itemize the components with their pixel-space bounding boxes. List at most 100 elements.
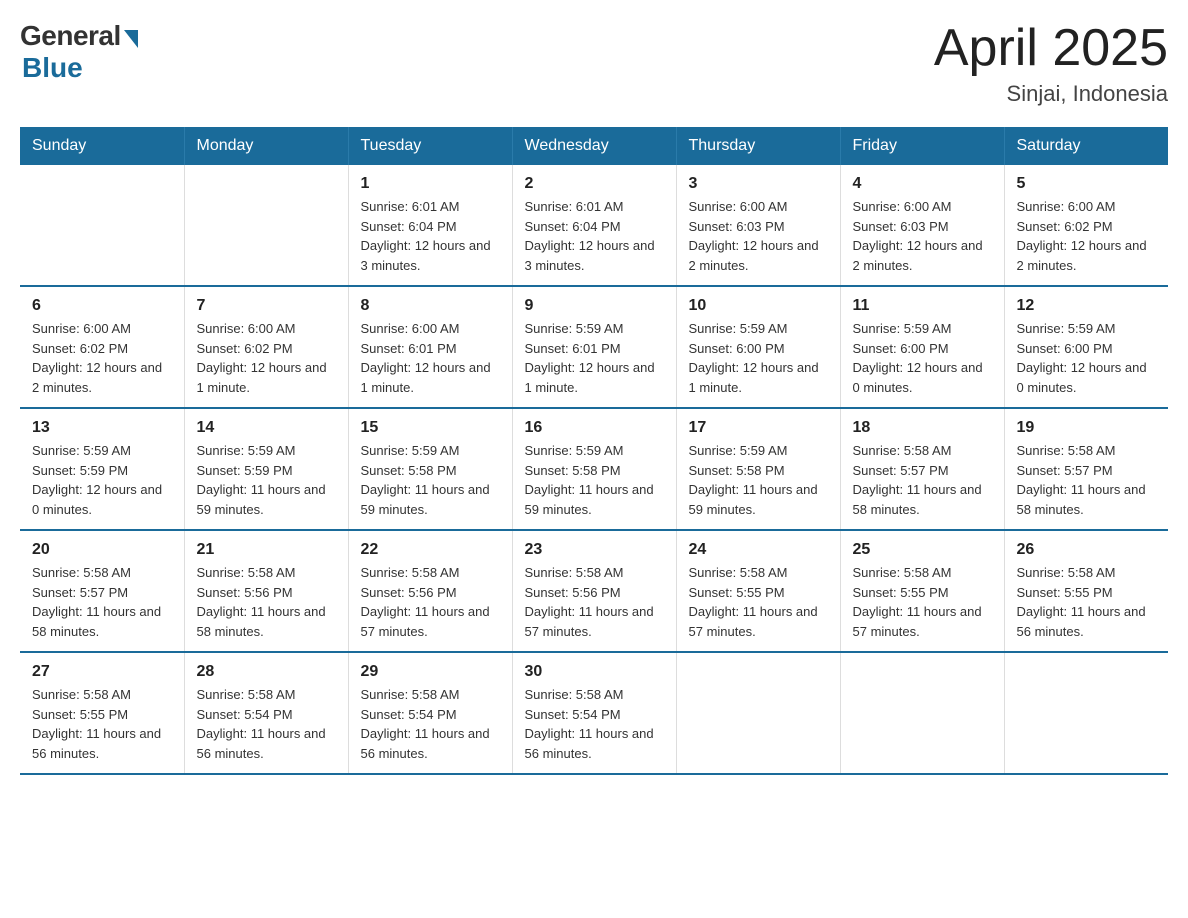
calendar-week-row: 20 Sunrise: 5:58 AM Sunset: 5:57 PM Dayli…	[20, 530, 1168, 652]
day-info: Sunrise: 5:58 AM Sunset: 5:55 PM Dayligh…	[853, 563, 992, 641]
day-number: 22	[361, 541, 500, 559]
calendar-day-cell: 3 Sunrise: 6:00 AM Sunset: 6:03 PM Daylig…	[676, 165, 840, 286]
calendar-day-cell: 1Sunrise: 6:01 AM Sunset: 6:04 PM Daylig…	[348, 165, 512, 286]
calendar-day-cell: 24 Sunrise: 5:58 AM Sunset: 5:55 PM Dayli…	[676, 530, 840, 652]
calendar-day-cell: 26 Sunrise: 5:58 AM Sunset: 5:55 PM Dayli…	[1004, 530, 1168, 652]
calendar-title: April 2025	[934, 20, 1168, 77]
calendar-day-cell: 6 Sunrise: 6:00 AM Sunset: 6:02 PM Daylig…	[20, 286, 184, 408]
day-info: Sunrise: 5:59 AM Sunset: 6:01 PM Dayligh…	[525, 319, 664, 397]
day-number: 17	[689, 419, 828, 437]
day-info: Sunrise: 5:58 AM Sunset: 5:56 PM Dayligh…	[525, 563, 664, 641]
day-info: Sunrise: 5:58 AM Sunset: 5:54 PM Dayligh…	[197, 685, 336, 763]
day-number: 5	[1017, 175, 1157, 193]
day-info: Sunrise: 5:59 AM Sunset: 6:00 PM Dayligh…	[689, 319, 828, 397]
day-info: Sunrise: 5:58 AM Sunset: 5:55 PM Dayligh…	[32, 685, 172, 763]
calendar-day-cell: 30 Sunrise: 5:58 AM Sunset: 5:54 PM Dayli…	[512, 652, 676, 774]
calendar-day-cell: 28 Sunrise: 5:58 AM Sunset: 5:54 PM Dayli…	[184, 652, 348, 774]
calendar-day-cell: 10 Sunrise: 5:59 AM Sunset: 6:00 PM Dayli…	[676, 286, 840, 408]
day-number: 28	[197, 663, 336, 681]
day-info: Sunrise: 5:59 AM Sunset: 6:00 PM Dayligh…	[853, 319, 992, 397]
day-number: 4	[853, 175, 992, 193]
calendar-week-row: 6 Sunrise: 6:00 AM Sunset: 6:02 PM Daylig…	[20, 286, 1168, 408]
day-info: Sunrise: 6:00 AM Sunset: 6:02 PM Dayligh…	[1017, 197, 1157, 275]
day-number: 27	[32, 663, 172, 681]
day-info: Sunrise: 6:01 AM Sunset: 6:04 PM Dayligh…	[361, 197, 500, 275]
day-info: Sunrise: 5:58 AM Sunset: 5:57 PM Dayligh…	[1017, 441, 1157, 519]
calendar-day-cell: 21 Sunrise: 5:58 AM Sunset: 5:56 PM Dayli…	[184, 530, 348, 652]
calendar-day-cell: 13Sunrise: 5:59 AM Sunset: 5:59 PM Dayli…	[20, 408, 184, 530]
calendar-day-cell: 25 Sunrise: 5:58 AM Sunset: 5:55 PM Dayli…	[840, 530, 1004, 652]
day-number: 7	[197, 297, 336, 315]
day-info: Sunrise: 6:00 AM Sunset: 6:01 PM Dayligh…	[361, 319, 500, 397]
calendar-header-row: SundayMondayTuesdayWednesdayThursdayFrid…	[20, 127, 1168, 165]
day-info: Sunrise: 5:58 AM Sunset: 5:56 PM Dayligh…	[197, 563, 336, 641]
calendar-week-row: 1Sunrise: 6:01 AM Sunset: 6:04 PM Daylig…	[20, 165, 1168, 286]
day-number: 24	[689, 541, 828, 559]
calendar-day-cell: 17 Sunrise: 5:59 AM Sunset: 5:58 PM Dayli…	[676, 408, 840, 530]
title-section: April 2025 Sinjai, Indonesia	[934, 20, 1168, 107]
day-info: Sunrise: 5:59 AM Sunset: 5:59 PM Dayligh…	[32, 441, 172, 519]
calendar-day-cell: 22 Sunrise: 5:58 AM Sunset: 5:56 PM Dayli…	[348, 530, 512, 652]
calendar-day-cell: 9 Sunrise: 5:59 AM Sunset: 6:01 PM Daylig…	[512, 286, 676, 408]
calendar-day-cell: 29 Sunrise: 5:58 AM Sunset: 5:54 PM Dayli…	[348, 652, 512, 774]
calendar-day-cell: 7Sunrise: 6:00 AM Sunset: 6:02 PM Daylig…	[184, 286, 348, 408]
calendar-day-cell: 15 Sunrise: 5:59 AM Sunset: 5:58 PM Dayli…	[348, 408, 512, 530]
calendar-day-cell: 4 Sunrise: 6:00 AM Sunset: 6:03 PM Daylig…	[840, 165, 1004, 286]
day-info: Sunrise: 5:59 AM Sunset: 5:59 PM Dayligh…	[197, 441, 336, 519]
day-number: 20	[32, 541, 172, 559]
day-info: Sunrise: 6:00 AM Sunset: 6:03 PM Dayligh…	[689, 197, 828, 275]
day-info: Sunrise: 5:58 AM Sunset: 5:55 PM Dayligh…	[689, 563, 828, 641]
day-of-week-header: Thursday	[676, 127, 840, 165]
calendar-subtitle: Sinjai, Indonesia	[934, 81, 1168, 107]
day-number: 16	[525, 419, 664, 437]
calendar-table: SundayMondayTuesdayWednesdayThursdayFrid…	[20, 127, 1168, 775]
calendar-day-cell: 14Sunrise: 5:59 AM Sunset: 5:59 PM Dayli…	[184, 408, 348, 530]
day-info: Sunrise: 6:00 AM Sunset: 6:02 PM Dayligh…	[32, 319, 172, 397]
day-info: Sunrise: 6:00 AM Sunset: 6:03 PM Dayligh…	[853, 197, 992, 275]
day-info: Sunrise: 5:59 AM Sunset: 5:58 PM Dayligh…	[689, 441, 828, 519]
day-number: 11	[853, 297, 992, 315]
calendar-day-cell: 8 Sunrise: 6:00 AM Sunset: 6:01 PM Daylig…	[348, 286, 512, 408]
calendar-day-cell	[184, 165, 348, 286]
day-number: 25	[853, 541, 992, 559]
day-number: 30	[525, 663, 664, 681]
calendar-day-cell: 27 Sunrise: 5:58 AM Sunset: 5:55 PM Dayli…	[20, 652, 184, 774]
day-number: 8	[361, 297, 500, 315]
day-number: 18	[853, 419, 992, 437]
day-info: Sunrise: 5:58 AM Sunset: 5:54 PM Dayligh…	[361, 685, 500, 763]
calendar-day-cell: 19Sunrise: 5:58 AM Sunset: 5:57 PM Dayli…	[1004, 408, 1168, 530]
day-number: 9	[525, 297, 664, 315]
calendar-day-cell: 12 Sunrise: 5:59 AM Sunset: 6:00 PM Dayli…	[1004, 286, 1168, 408]
day-number: 6	[32, 297, 172, 315]
calendar-day-cell: 18 Sunrise: 5:58 AM Sunset: 5:57 PM Dayli…	[840, 408, 1004, 530]
day-number: 2	[525, 175, 664, 193]
calendar-day-cell	[676, 652, 840, 774]
day-info: Sunrise: 5:58 AM Sunset: 5:57 PM Dayligh…	[853, 441, 992, 519]
day-info: Sunrise: 5:58 AM Sunset: 5:57 PM Dayligh…	[32, 563, 172, 641]
logo-general-text: General	[20, 20, 121, 52]
day-info: Sunrise: 5:59 AM Sunset: 5:58 PM Dayligh…	[361, 441, 500, 519]
day-number: 15	[361, 419, 500, 437]
day-number: 3	[689, 175, 828, 193]
calendar-day-cell: 23Sunrise: 5:58 AM Sunset: 5:56 PM Dayli…	[512, 530, 676, 652]
calendar-week-row: 27 Sunrise: 5:58 AM Sunset: 5:55 PM Dayli…	[20, 652, 1168, 774]
calendar-day-cell	[20, 165, 184, 286]
logo-blue-text: Blue	[22, 52, 83, 84]
day-number: 21	[197, 541, 336, 559]
day-info: Sunrise: 6:01 AM Sunset: 6:04 PM Dayligh…	[525, 197, 664, 275]
day-info: Sunrise: 5:58 AM Sunset: 5:55 PM Dayligh…	[1017, 563, 1157, 641]
day-info: Sunrise: 5:58 AM Sunset: 5:54 PM Dayligh…	[525, 685, 664, 763]
day-info: Sunrise: 5:58 AM Sunset: 5:56 PM Dayligh…	[361, 563, 500, 641]
day-number: 10	[689, 297, 828, 315]
calendar-day-cell: 16 Sunrise: 5:59 AM Sunset: 5:58 PM Dayli…	[512, 408, 676, 530]
day-info: Sunrise: 5:59 AM Sunset: 5:58 PM Dayligh…	[525, 441, 664, 519]
day-info: Sunrise: 5:59 AM Sunset: 6:00 PM Dayligh…	[1017, 319, 1157, 397]
day-number: 26	[1017, 541, 1157, 559]
day-number: 12	[1017, 297, 1157, 315]
day-of-week-header: Tuesday	[348, 127, 512, 165]
calendar-day-cell	[840, 652, 1004, 774]
day-of-week-header: Friday	[840, 127, 1004, 165]
day-number: 29	[361, 663, 500, 681]
calendar-day-cell: 11 Sunrise: 5:59 AM Sunset: 6:00 PM Dayli…	[840, 286, 1004, 408]
day-of-week-header: Saturday	[1004, 127, 1168, 165]
